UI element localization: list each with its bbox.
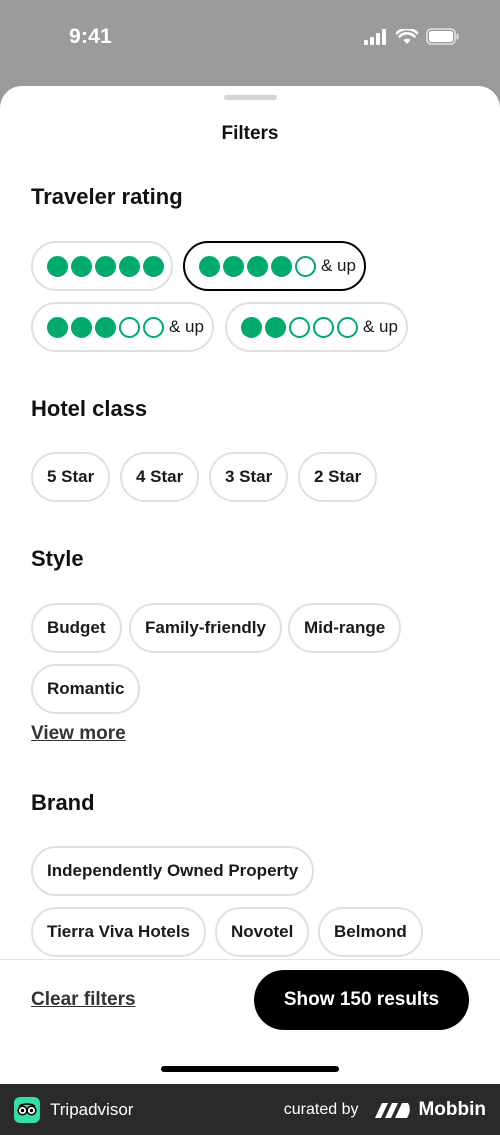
view-more-link[interactable]: View more [31, 723, 126, 745]
hotel-class-4-star[interactable]: 4 Star [120, 452, 200, 502]
rating-suffix: & up [321, 256, 356, 275]
curated-by-label: curated by [283, 1100, 359, 1118]
brand-tierra-viva-hotels[interactable]: Tierra Viva Hotels [31, 907, 207, 957]
filled-bubble-icon [143, 255, 164, 277]
style-romantic[interactable]: Romantic [31, 664, 141, 714]
mobbin-mark-icon [375, 1102, 411, 1118]
filled-bubble-icon [271, 255, 292, 277]
empty-bubble-icon [143, 316, 164, 338]
filled-bubble-icon [223, 255, 244, 277]
filled-bubble-icon [247, 255, 268, 277]
style-budget[interactable]: Budget [31, 603, 122, 653]
status-icons [364, 28, 460, 45]
traveler-rating-heading: Traveler rating [31, 184, 183, 209]
empty-bubble-icon [313, 316, 334, 338]
empty-bubble-icon [119, 316, 140, 338]
empty-bubble-icon [289, 316, 310, 338]
rating-bubbles [241, 316, 358, 338]
hotel-class-heading: Hotel class [31, 396, 148, 421]
footer-divider [0, 959, 500, 960]
rating-option-4-bubbles-and-up[interactable]: & up [183, 241, 366, 291]
mobbin-logo: Mobbin [374, 1099, 486, 1121]
battery-icon [426, 28, 459, 45]
rating-suffix: & up [169, 317, 204, 336]
brand-belmond[interactable]: Belmond [318, 907, 423, 957]
filled-bubble-icon [47, 255, 68, 277]
app-name: Tripadvisor [50, 1099, 134, 1119]
brand-novotel[interactable]: Novotel [215, 907, 310, 957]
rating-suffix: & up [363, 317, 398, 336]
filled-bubble-icon [241, 316, 262, 338]
filled-bubble-icon [199, 255, 220, 277]
brand-heading: Brand [31, 790, 95, 815]
rating-bubbles [47, 255, 164, 277]
mobbin-wordmark: Mobbin [418, 1098, 486, 1120]
sheet-grabber-handle[interactable] [224, 95, 277, 100]
status-time: 9:41 [69, 25, 112, 48]
tripadvisor-logo-icon [14, 1096, 40, 1123]
filled-bubble-icon [71, 255, 92, 277]
filled-bubble-icon [265, 316, 286, 338]
empty-bubble-icon [337, 316, 358, 338]
hotel-class-3-star[interactable]: 3 Star [209, 452, 289, 502]
cellular-signal-icon [364, 28, 386, 45]
attribution-bar: Tripadvisor curated by Mobbin [0, 1084, 500, 1135]
filled-bubble-icon [95, 316, 116, 338]
style-family-friendly[interactable]: Family-friendly [129, 603, 282, 653]
rating-bubbles [199, 255, 316, 277]
filled-bubble-icon [119, 255, 140, 277]
filters-sheet: Filters Traveler rating & up & up & up H… [0, 86, 500, 1084]
home-indicator [161, 1066, 339, 1072]
hotel-class-2-star[interactable]: 2 Star [298, 452, 378, 502]
clear-filters-link[interactable]: Clear filters [31, 989, 136, 1011]
status-bar: 9:41 [0, 0, 500, 80]
style-heading: Style [31, 546, 84, 571]
wifi-icon [396, 28, 418, 44]
filled-bubble-icon [47, 316, 68, 338]
empty-bubble-icon [295, 255, 316, 277]
rating-option-2-bubbles-and-up[interactable]: & up [225, 302, 408, 352]
rating-option-5-bubbles[interactable] [31, 241, 173, 291]
hotel-class-5-star[interactable]: 5 Star [31, 452, 111, 502]
rating-option-3-bubbles-and-up[interactable]: & up [31, 302, 214, 352]
filled-bubble-icon [95, 255, 116, 277]
brand-independently-owned[interactable]: Independently Owned Property [31, 846, 315, 896]
sheet-title: Filters [221, 123, 279, 144]
rating-bubbles [47, 316, 164, 338]
show-results-button[interactable]: Show 150 results [254, 970, 469, 1030]
filled-bubble-icon [71, 316, 92, 338]
style-mid-range[interactable]: Mid-range [288, 603, 402, 653]
